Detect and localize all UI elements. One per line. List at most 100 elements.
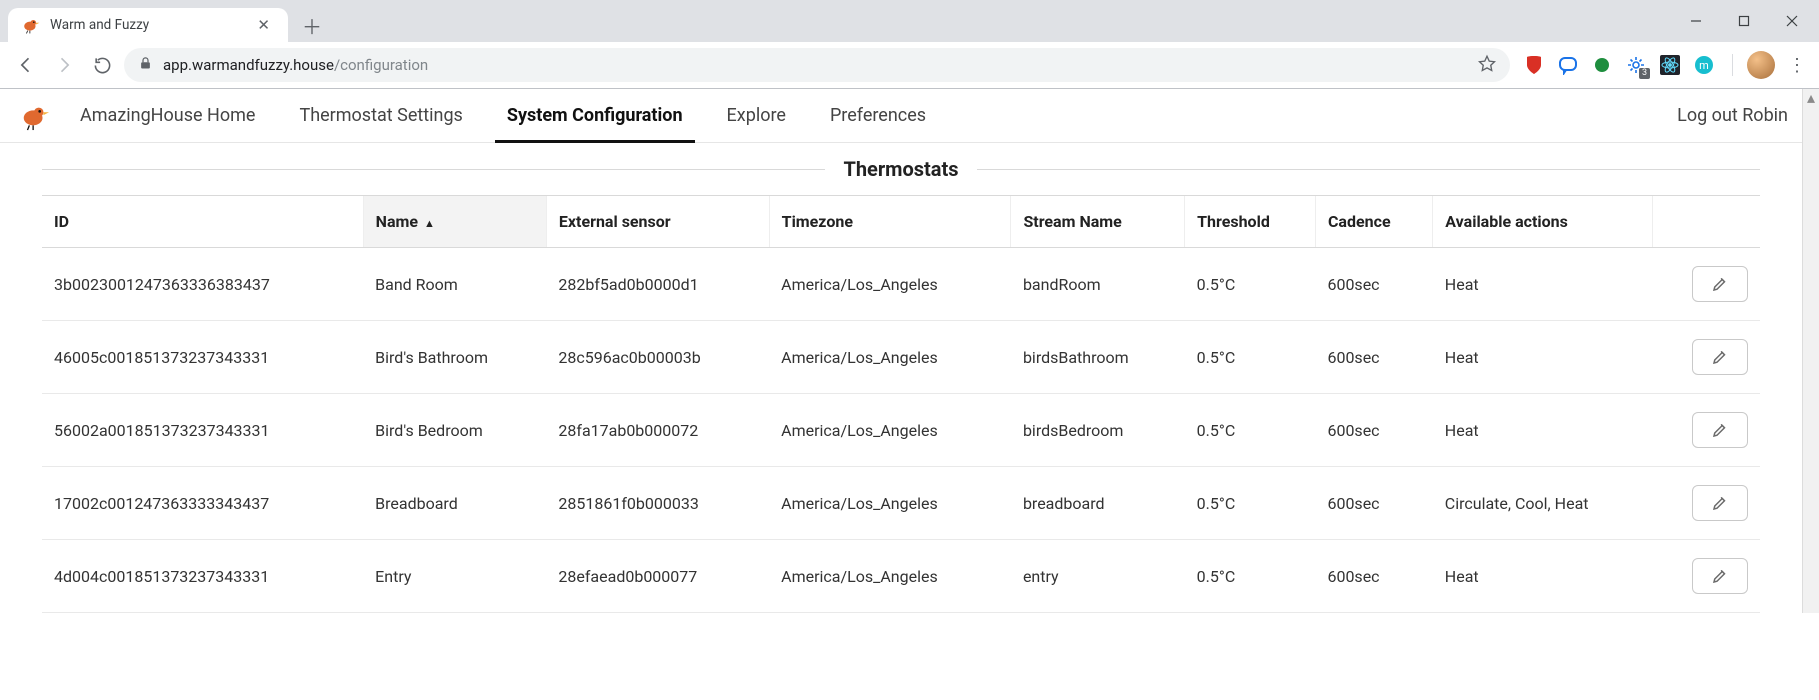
address-bar[interactable]: app.warmandfuzzy.house/configuration — [124, 48, 1510, 82]
table-row: 3b0023001247363336383437Band Room282bf5a… — [42, 248, 1760, 321]
browser-tab[interactable]: Warm and Fuzzy ✕ — [8, 8, 288, 42]
cell-id: 56002a001851373237343331 — [42, 394, 363, 467]
browser-menu-button[interactable]: ⋮ — [1785, 55, 1809, 76]
url-text: app.warmandfuzzy.house/configuration — [163, 56, 1468, 74]
tab-close-icon[interactable]: ✕ — [253, 14, 274, 36]
cell-actions: Heat — [1433, 394, 1653, 467]
profile-avatar[interactable] — [1747, 51, 1775, 79]
content: Thermostats IDName▲External sensorTimezo… — [0, 143, 1802, 613]
toolbar-divider — [1732, 54, 1733, 76]
cell-sensor: 282bf5ad0b0000d1 — [546, 248, 769, 321]
nav-tab-thermostat-settings[interactable]: Thermostat Settings — [295, 89, 466, 142]
edit-button[interactable] — [1692, 339, 1748, 375]
section-title-row: Thermostats — [42, 157, 1760, 181]
cell-threshold: 0.5°C — [1185, 467, 1316, 540]
column-header-id[interactable]: ID — [42, 196, 363, 248]
lock-icon — [138, 56, 153, 75]
table-row: 17002c001247363333343437Breadboard285186… — [42, 467, 1760, 540]
edit-button[interactable] — [1692, 485, 1748, 521]
cell-name: Entry — [363, 540, 546, 613]
cell-cadence: 600sec — [1315, 394, 1432, 467]
nav-tab-system-configuration[interactable]: System Configuration — [503, 89, 687, 142]
window-maximize-button[interactable] — [1721, 6, 1767, 36]
cell-tz: America/Los_Angeles — [769, 394, 1011, 467]
extension-icons: 3 m — [1516, 55, 1722, 75]
cell-edit — [1653, 248, 1760, 321]
tab-strip: Warm and Fuzzy ✕ ＋ — [0, 0, 1819, 42]
column-header-stream-name[interactable]: Stream Name — [1011, 196, 1185, 248]
cell-stream: bandRoom — [1011, 248, 1185, 321]
cell-stream: breadboard — [1011, 467, 1185, 540]
cell-actions: Heat — [1433, 321, 1653, 394]
cell-id: 17002c001247363333343437 — [42, 467, 363, 540]
favicon-bird-icon — [22, 16, 40, 34]
cell-sensor: 28fa17ab0b000072 — [546, 394, 769, 467]
nav-tab-preferences[interactable]: Preferences — [826, 89, 930, 142]
cell-id: 3b0023001247363336383437 — [42, 248, 363, 321]
browser-toolbar: app.warmandfuzzy.house/configuration 3 m… — [0, 42, 1819, 88]
page-scrollbar[interactable]: ▴ — [1802, 89, 1819, 613]
cell-id: 46005c001851373237343331 — [42, 321, 363, 394]
app-nav: AmazingHouse Home Thermostat Settings Syst… — [0, 89, 1802, 143]
cell-id: 4d004c001851373237343331 — [42, 540, 363, 613]
svg-text:m: m — [1699, 59, 1709, 72]
table-row: 56002a001851373237343331Bird's Bedroom28… — [42, 394, 1760, 467]
back-button[interactable] — [10, 49, 42, 81]
window-controls — [1673, 0, 1815, 42]
column-header-cadence[interactable]: Cadence — [1315, 196, 1432, 248]
cell-stream: entry — [1011, 540, 1185, 613]
cell-sensor: 2851861f0b000033 — [546, 467, 769, 540]
app-logo-bird-icon — [20, 101, 50, 131]
cell-actions: Circulate, Cool, Heat — [1433, 467, 1653, 540]
cell-name: Band Room — [363, 248, 546, 321]
cell-threshold: 0.5°C — [1185, 321, 1316, 394]
cell-edit — [1653, 321, 1760, 394]
edit-button[interactable] — [1692, 412, 1748, 448]
thermostats-table: IDName▲External sensorTimezoneStream Nam… — [42, 195, 1760, 613]
extension-gear-icon[interactable]: 3 — [1626, 55, 1646, 75]
cell-stream: birdsBedroom — [1011, 394, 1185, 467]
edit-button[interactable] — [1692, 266, 1748, 302]
column-header-available-actions[interactable]: Available actions — [1433, 196, 1653, 248]
forward-button[interactable] — [48, 49, 80, 81]
react-devtools-icon[interactable] — [1660, 55, 1680, 75]
reload-button[interactable] — [86, 49, 118, 81]
window-close-button[interactable] — [1769, 6, 1815, 36]
cell-cadence: 600sec — [1315, 467, 1432, 540]
cell-sensor: 28c596ac0b00003b — [546, 321, 769, 394]
nav-tab-explore[interactable]: Explore — [723, 89, 790, 142]
column-header-edit — [1653, 196, 1760, 248]
column-header-external-sensor[interactable]: External sensor — [546, 196, 769, 248]
cell-edit — [1653, 540, 1760, 613]
extension-teal-circle-icon[interactable]: m — [1694, 55, 1714, 75]
new-tab-button[interactable]: ＋ — [298, 11, 326, 39]
column-header-name[interactable]: Name▲ — [363, 196, 546, 248]
cell-tz: America/Los_Angeles — [769, 540, 1011, 613]
scrollbar-up-icon[interactable]: ▴ — [1803, 89, 1819, 106]
cell-name: Breadboard — [363, 467, 546, 540]
extension-green-dot-icon[interactable] — [1592, 55, 1612, 75]
sort-indicator-icon: ▲ — [424, 217, 435, 230]
cell-cadence: 600sec — [1315, 540, 1432, 613]
extension-chat-icon[interactable] — [1558, 55, 1578, 75]
cell-edit — [1653, 394, 1760, 467]
cell-sensor: 28efaead0b000077 — [546, 540, 769, 613]
cell-name: Bird's Bathroom — [363, 321, 546, 394]
cell-threshold: 0.5°C — [1185, 540, 1316, 613]
cell-tz: America/Los_Angeles — [769, 248, 1011, 321]
window-minimize-button[interactable] — [1673, 6, 1719, 36]
edit-button[interactable] — [1692, 558, 1748, 594]
section-title: Thermostats — [843, 157, 958, 181]
nav-tab-amazinghouse-home[interactable]: AmazingHouse Home — [76, 89, 259, 142]
logout-link[interactable]: Log out Robin — [1677, 105, 1788, 126]
table-row: 46005c001851373237343331Bird's Bathroom2… — [42, 321, 1760, 394]
bookmark-star-icon[interactable] — [1478, 54, 1496, 76]
ublock-icon[interactable] — [1524, 55, 1544, 75]
cell-threshold: 0.5°C — [1185, 394, 1316, 467]
column-header-timezone[interactable]: Timezone — [769, 196, 1011, 248]
cell-cadence: 600sec — [1315, 248, 1432, 321]
cell-edit — [1653, 467, 1760, 540]
column-header-threshold[interactable]: Threshold — [1185, 196, 1316, 248]
cell-tz: America/Los_Angeles — [769, 321, 1011, 394]
cell-name: Bird's Bedroom — [363, 394, 546, 467]
